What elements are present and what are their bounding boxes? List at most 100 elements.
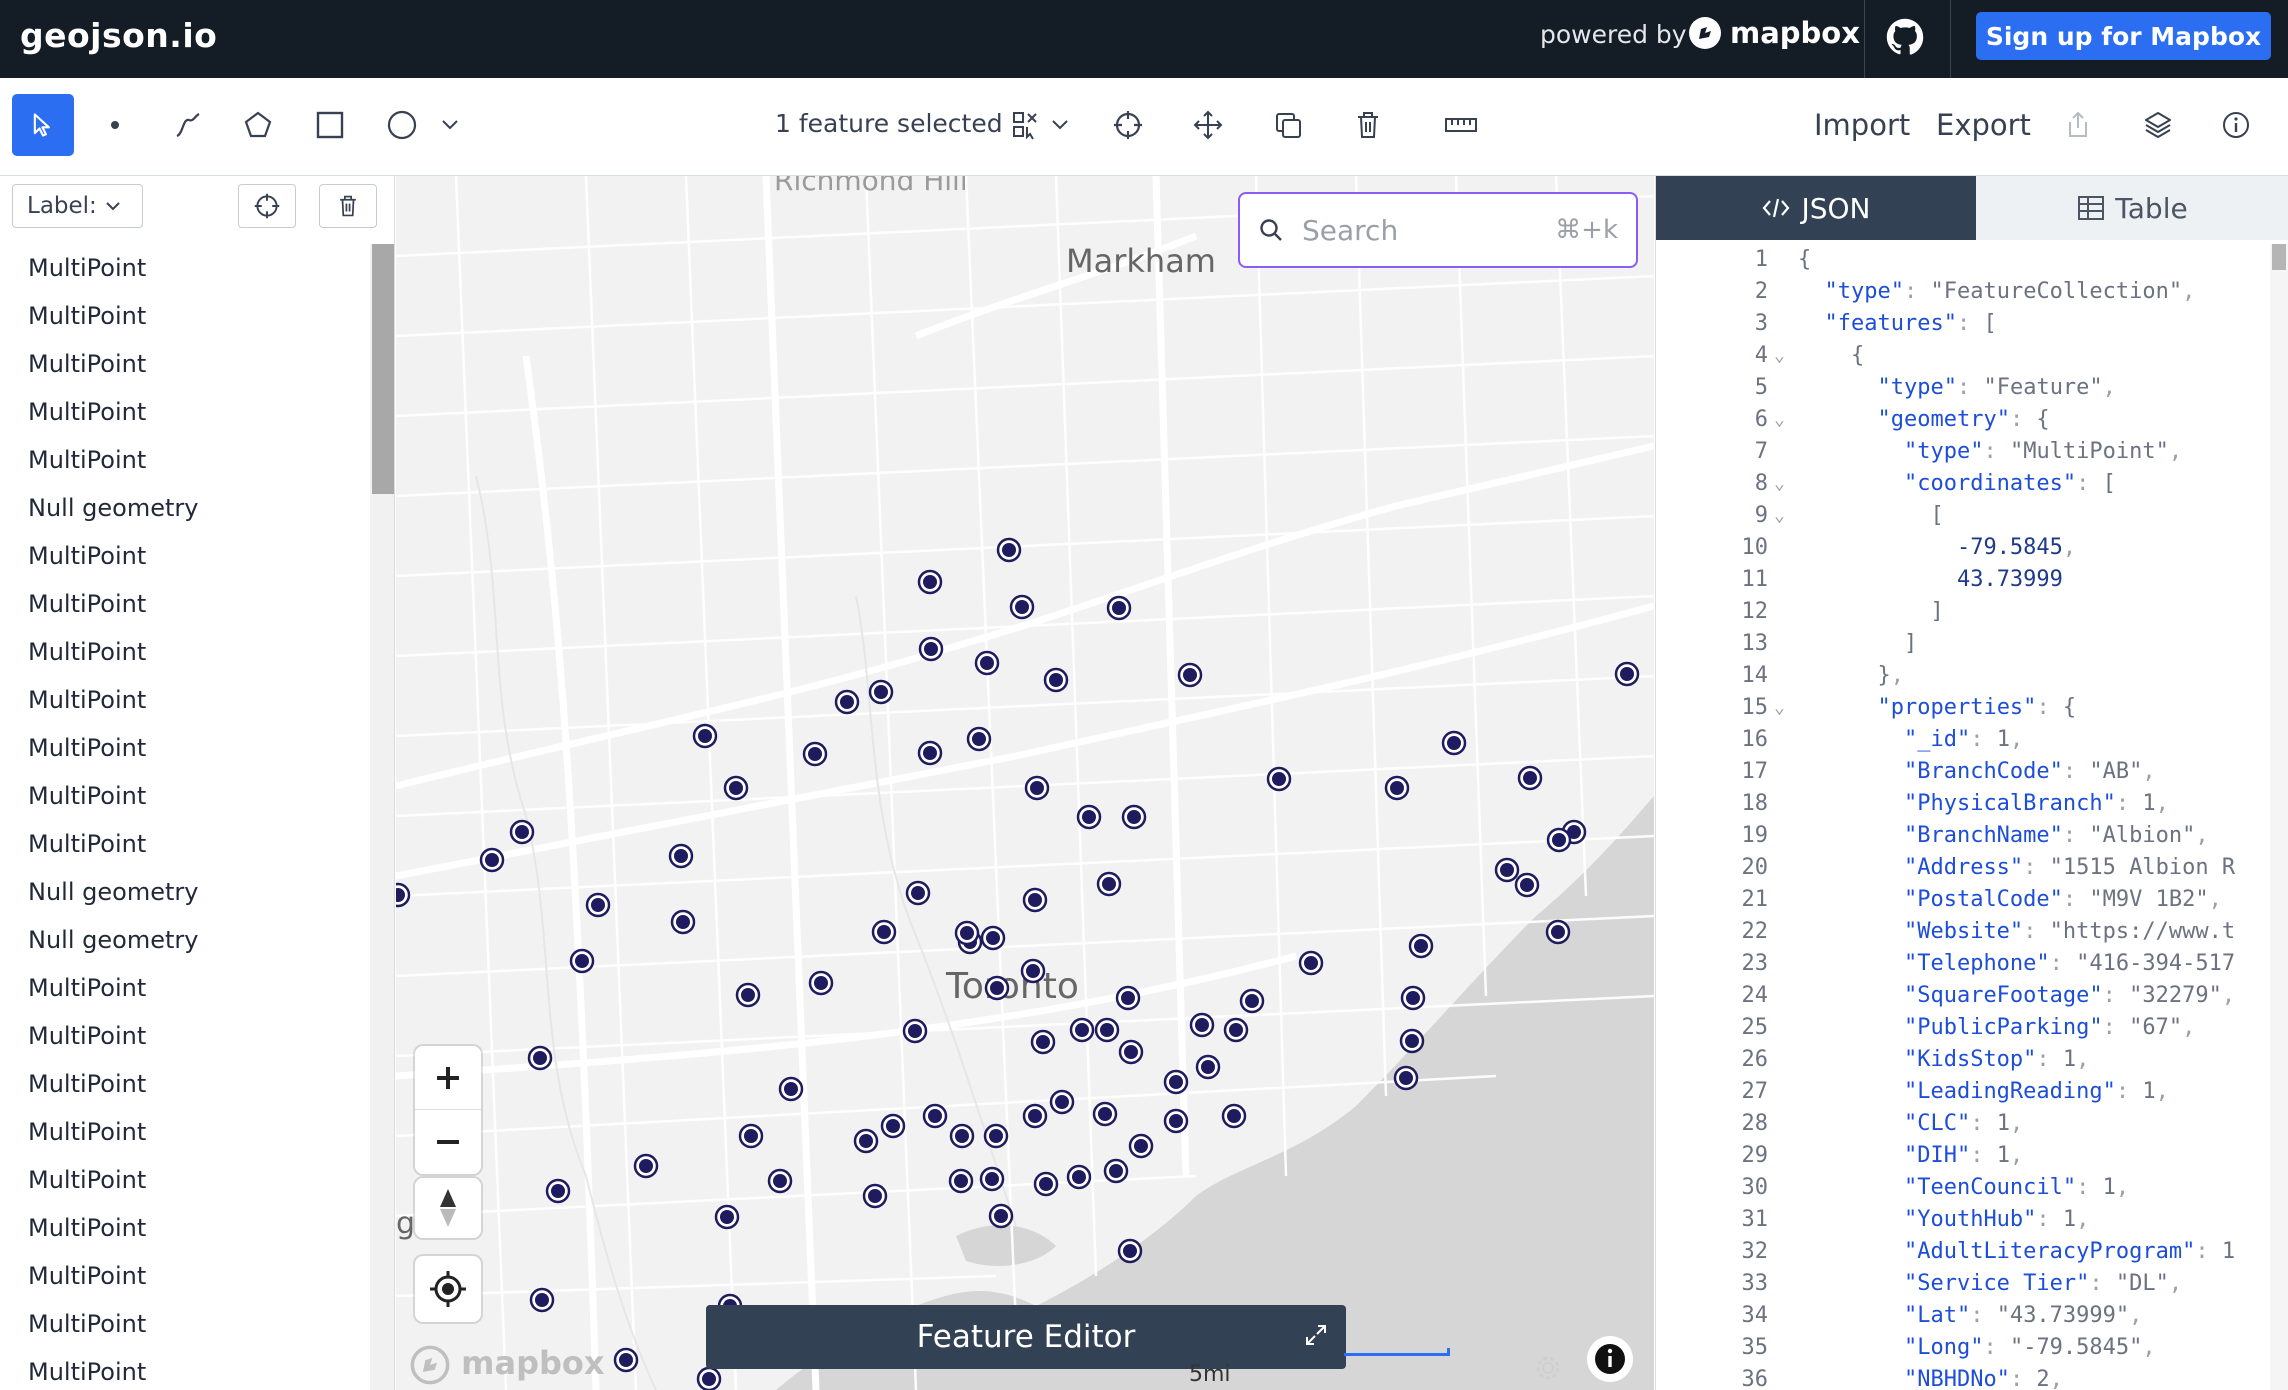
zoom-to-selection-button[interactable]: [1100, 94, 1156, 156]
feature-list-item[interactable]: MultiPoint: [0, 676, 372, 724]
draw-point-button[interactable]: [90, 94, 140, 156]
feature-marker[interactable]: [1614, 661, 1640, 687]
feature-list-item[interactable]: MultiPoint: [0, 820, 372, 868]
feature-marker[interactable]: [613, 1347, 639, 1373]
feature-marker[interactable]: [974, 650, 1000, 676]
info-button[interactable]: [2208, 94, 2264, 156]
feature-list-item[interactable]: MultiPoint: [0, 388, 372, 436]
feature-marker[interactable]: [808, 970, 834, 996]
feature-marker[interactable]: [1163, 1069, 1189, 1095]
mapbox-attribution[interactable]: mapbox: [410, 1344, 605, 1385]
feature-marker[interactable]: [1092, 1101, 1118, 1127]
feature-marker[interactable]: [714, 1204, 740, 1230]
feature-marker[interactable]: [1399, 1028, 1425, 1054]
feature-list-item[interactable]: Null geometry: [0, 484, 372, 532]
feature-marker[interactable]: [1121, 804, 1147, 830]
feature-list-item[interactable]: MultiPoint: [0, 244, 372, 292]
feature-marker[interactable]: [1103, 1158, 1129, 1184]
feature-marker[interactable]: [984, 975, 1010, 1001]
layers-button[interactable]: [2130, 94, 2186, 156]
map-search-input[interactable]: Search ⌘+k: [1238, 192, 1638, 268]
feature-list-item[interactable]: MultiPoint: [0, 1060, 372, 1108]
share-button[interactable]: [2050, 94, 2106, 156]
feature-marker[interactable]: [1096, 871, 1122, 897]
feature-list-item[interactable]: MultiPoint: [0, 580, 372, 628]
draw-line-button[interactable]: [160, 94, 216, 156]
feature-marker[interactable]: [1239, 988, 1265, 1014]
feature-marker[interactable]: [922, 1103, 948, 1129]
feature-marker[interactable]: [1069, 1017, 1095, 1043]
feature-marker[interactable]: [1384, 775, 1410, 801]
feature-marker[interactable]: [670, 909, 696, 935]
feature-marker[interactable]: [880, 1113, 906, 1139]
map-info-button[interactable]: [1587, 1336, 1633, 1382]
feature-marker[interactable]: [1009, 594, 1035, 620]
feature-marker[interactable]: [1020, 958, 1046, 984]
feature-list-item[interactable]: MultiPoint: [0, 292, 372, 340]
feature-marker[interactable]: [767, 1168, 793, 1194]
move-button[interactable]: [1180, 94, 1236, 156]
feature-marker[interactable]: [527, 1045, 553, 1071]
feature-marker[interactable]: [1545, 919, 1571, 945]
feature-list-item[interactable]: MultiPoint: [0, 340, 372, 388]
feature-marker[interactable]: [1441, 730, 1467, 756]
feature-list-item[interactable]: Null geometry: [0, 916, 372, 964]
zoom-to-features-button[interactable]: [238, 184, 296, 228]
feature-marker[interactable]: [1223, 1017, 1249, 1043]
feature-marker[interactable]: [569, 948, 595, 974]
feature-marker[interactable]: [1024, 775, 1050, 801]
feature-marker[interactable]: [1298, 950, 1324, 976]
geolocate-button[interactable]: [415, 1256, 481, 1322]
import-button[interactable]: Import: [1814, 108, 1910, 142]
feature-marker[interactable]: [529, 1287, 555, 1313]
feature-marker[interactable]: [1118, 1039, 1144, 1065]
delete-button[interactable]: [1340, 94, 1396, 156]
feature-marker[interactable]: [1163, 1108, 1189, 1134]
feature-marker[interactable]: [1494, 857, 1520, 883]
feature-marker[interactable]: [545, 1178, 571, 1204]
feature-marker[interactable]: [1030, 1029, 1056, 1055]
tab-json[interactable]: JSON: [1656, 176, 1976, 240]
export-button[interactable]: Export: [1936, 108, 2031, 142]
feature-marker[interactable]: [949, 1123, 975, 1149]
label-dropdown[interactable]: Label:: [12, 184, 143, 228]
code-scroll-thumb[interactable]: [2272, 244, 2286, 270]
feature-list-item[interactable]: MultiPoint: [0, 724, 372, 772]
feature-marker[interactable]: [868, 679, 894, 705]
feature-marker[interactable]: [1094, 1017, 1120, 1043]
feature-marker[interactable]: [988, 1203, 1014, 1229]
fold-toggle-icon[interactable]: ⌄: [1774, 404, 1785, 436]
draw-rectangle-button[interactable]: [302, 94, 358, 156]
feature-list-item[interactable]: MultiPoint: [0, 628, 372, 676]
draw-more-dropdown[interactable]: [432, 94, 468, 156]
feature-marker[interactable]: [668, 843, 694, 869]
feature-marker[interactable]: [1022, 1103, 1048, 1129]
feature-list-item[interactable]: MultiPoint: [0, 964, 372, 1012]
feature-list-item[interactable]: MultiPoint: [0, 436, 372, 484]
zoom-out-button[interactable]: [415, 1110, 481, 1174]
feature-marker[interactable]: [917, 740, 943, 766]
feature-marker[interactable]: [1517, 765, 1543, 791]
github-icon[interactable]: [1886, 18, 1924, 60]
fold-toggle-icon[interactable]: ⌄: [1774, 692, 1785, 724]
feature-marker[interactable]: [509, 819, 535, 845]
feature-marker[interactable]: [735, 982, 761, 1008]
feature-marker[interactable]: [902, 1018, 928, 1044]
feature-marker[interactable]: [1189, 1012, 1215, 1038]
feature-marker[interactable]: [396, 882, 411, 908]
feature-list-scroll-thumb[interactable]: [372, 244, 394, 494]
feature-editor-toggle[interactable]: Feature Editor: [706, 1305, 1346, 1369]
feature-marker[interactable]: [585, 892, 611, 918]
feature-marker[interactable]: [1514, 872, 1540, 898]
feature-marker[interactable]: [1043, 667, 1069, 693]
feature-marker[interactable]: [948, 1168, 974, 1194]
fold-toggle-icon[interactable]: ⌄: [1774, 468, 1785, 500]
feature-marker[interactable]: [633, 1153, 659, 1179]
delete-features-button[interactable]: [319, 184, 377, 228]
feature-marker[interactable]: [983, 1123, 1009, 1149]
feature-marker[interactable]: [966, 726, 992, 752]
feature-marker[interactable]: [1076, 804, 1102, 830]
feature-marker[interactable]: [853, 1128, 879, 1154]
feature-marker[interactable]: [918, 636, 944, 662]
draw-polygon-button[interactable]: [230, 94, 286, 156]
